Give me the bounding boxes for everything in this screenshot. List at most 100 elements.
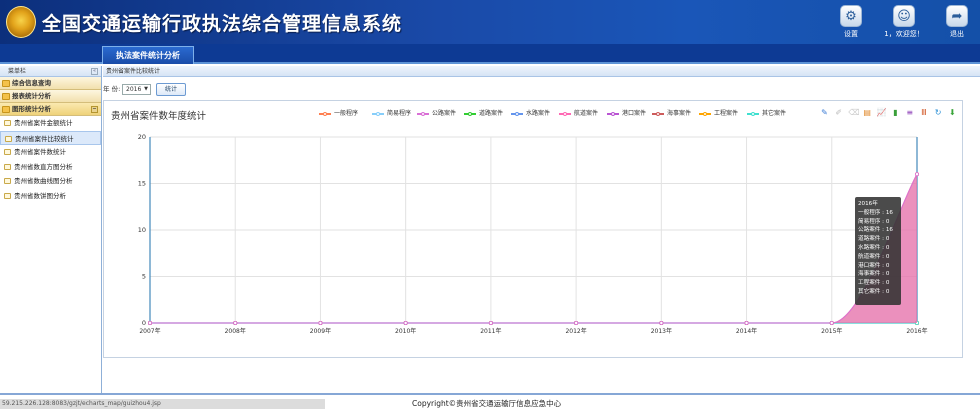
legend-marker [323, 111, 327, 116]
legend-marker [611, 111, 615, 116]
folder-open-icon [2, 106, 10, 113]
data-point [233, 320, 238, 325]
data-view-icon[interactable]: ▤ [863, 108, 872, 117]
year-select[interactable]: 2016 ▼ [122, 84, 151, 95]
y-tick-label: 15 [138, 180, 146, 188]
x-tick-label: 2012年 [565, 327, 586, 335]
x-tick-label: 2013年 [651, 327, 672, 335]
sidebar-item-pie[interactable]: 贵州省数饼图分析 [0, 189, 101, 204]
y-tick-label: 0 [142, 319, 146, 327]
tooltip-row: 道路案件 : 0 [858, 236, 890, 243]
mark-icon[interactable]: ✎ [820, 108, 829, 117]
page-icon [4, 178, 11, 184]
copyright-text: Copyright©贵州省交通运输厅信息应急中心 [412, 399, 562, 408]
sidebar-item-histogram[interactable]: 贵州省数直方图分析 [0, 160, 101, 175]
line-icon[interactable]: 📈 [877, 108, 887, 117]
nav-bar: 执法案件统计分析 [0, 44, 980, 64]
mark-undo-icon[interactable]: ✐ [834, 108, 843, 117]
app-title: 全国交通运输行政执法综合管理信息系统 [42, 14, 403, 35]
legend-label: 水路案件 [526, 110, 551, 117]
x-tick-label: 2010年 [395, 327, 416, 335]
breadcrumb: 贵州省案件比较统计 [103, 66, 980, 77]
sidebar-item-label: 贵州省数曲线图分析 [14, 177, 73, 185]
legend-label: 一般程序 [334, 110, 359, 117]
data-point [148, 320, 153, 325]
tooltip-title: 2016年 [858, 201, 878, 207]
legend-label: 道路案件 [479, 110, 504, 117]
app-header: 全国交通运输行政执法综合管理信息系统 ⚙ 设置 ☺ 1，欢迎您！ ➦ 退出 [0, 0, 980, 44]
tooltip-row: 港口案件 : 0 [858, 262, 890, 269]
page-icon [4, 163, 11, 170]
legend-marker [563, 111, 567, 116]
tab-case-statistics[interactable]: 执法案件统计分析 [102, 46, 194, 64]
legend-label: 公路案件 [432, 110, 457, 117]
stack-icon[interactable]: ≡ [905, 108, 914, 117]
sidebar-group-label: 图形统计分析 [12, 105, 51, 113]
emblem-logo [6, 6, 36, 38]
x-tick-label: 2008年 [225, 327, 246, 335]
sidebar-group-graph[interactable]: 图形统计分析 − [0, 103, 101, 116]
bar-icon[interactable]: ▮ [891, 108, 900, 117]
user-label: 1，欢迎您！ [884, 30, 924, 38]
legend-label: 简易程序 [387, 110, 412, 117]
sidebar-item-label: 贵州省数饼图分析 [14, 191, 66, 200]
legend-label: 工程案件 [714, 110, 739, 117]
logout-label: 退出 [950, 30, 964, 38]
tiled-icon[interactable]: Ⅲ [919, 108, 928, 117]
series-area [150, 174, 917, 323]
legend-marker [703, 111, 707, 116]
user-button[interactable]: ☺ 1，欢迎您！ [878, 5, 930, 39]
tooltip-row: 水路案件 : 0 [858, 244, 890, 251]
tooltip-row: 航道案件 : 0 [858, 253, 890, 260]
save-icon[interactable]: ⬇ [948, 108, 957, 117]
mark-clear-icon[interactable]: ⌫ [848, 108, 859, 117]
page-icon [4, 149, 11, 155]
collapse-group-icon[interactable]: − [91, 106, 98, 113]
stat-button[interactable]: 统计 [156, 83, 186, 96]
series-line [150, 173, 918, 324]
tooltip-row: 一般程序 : 16 [858, 209, 893, 216]
main-content: 贵州省案件比较统计 年 份: 2016 ▼ 统计 0 5 10 15 20 2007年 20… [103, 66, 980, 393]
data-point [318, 320, 323, 325]
logout-button[interactable]: ➦ 退出 [937, 5, 977, 39]
data-point [829, 320, 834, 325]
settings-label: 设置 [844, 30, 858, 38]
data-point [744, 320, 749, 325]
legend-marker [656, 111, 660, 116]
series-line [150, 173, 918, 324]
legend-marker [376, 111, 380, 116]
sidebar-item-count[interactable]: 贵州省案件数统计 [0, 145, 101, 160]
legend-label: 海事案件 [667, 110, 692, 117]
page-icon [4, 192, 11, 199]
sidebar-item-compare[interactable]: 贵州省案件比较统计 [0, 130, 101, 145]
legend-marker [421, 111, 425, 116]
x-tick-label: 2016年 [906, 327, 927, 335]
refresh-icon[interactable]: ↻ [934, 108, 943, 117]
user-icon: ☺ [893, 5, 915, 27]
data-point [488, 320, 493, 325]
x-tick-label: 2007年 [139, 327, 160, 335]
chart-panel: 0 5 10 15 20 2007年 2008年 2009年 2010年 2011年 2012年 20… [103, 100, 963, 358]
y-tick-label: 5 [142, 273, 146, 281]
y-tick-label: 20 [138, 133, 146, 141]
collapse-icon[interactable]: « [91, 68, 98, 75]
sidebar-item-amount[interactable]: 贵州省案件金额统计 [0, 116, 101, 131]
sidebar-item-label: 贵州省案件数统计 [14, 148, 66, 156]
sidebar-item-label: 贵州省案件比较统计 [15, 134, 74, 143]
chart-svg: 0 5 10 15 20 2007年 2008年 2009年 2010年 2011年 2012年 20… [138, 133, 928, 335]
sidebar-group-label: 综合信息查询 [12, 79, 51, 87]
data-point [574, 320, 579, 325]
sidebar: 菜单栏 « 综合信息查询 报表统计分析 图形统计分析 − 贵州省案件金额统计 贵… [0, 66, 102, 393]
page-icon [5, 135, 12, 142]
series-area [150, 174, 917, 323]
tooltip-row: 公路案件 : 16 [858, 227, 893, 234]
legend-marker [468, 111, 472, 116]
sidebar-group-report[interactable]: 报表统计分析 [0, 90, 101, 103]
settings-button[interactable]: ⚙ 设置 [831, 5, 871, 39]
sidebar-item-label: 贵州省数直方图分析 [14, 162, 73, 171]
sidebar-group-info-query[interactable]: 综合信息查询 [0, 77, 101, 90]
chevron-down-icon: ▼ [144, 86, 148, 92]
tooltip-row: 简易程序 : 0 [858, 218, 890, 225]
sidebar-item-curve[interactable]: 贵州省数曲线图分析 [0, 174, 101, 189]
data-point [403, 320, 408, 325]
